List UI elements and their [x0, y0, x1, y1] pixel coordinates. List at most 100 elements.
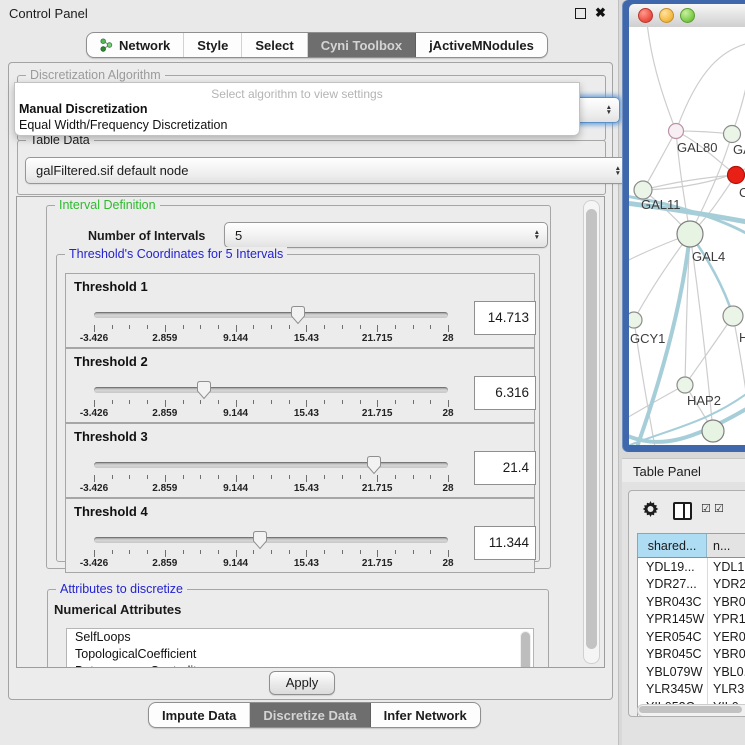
slider-track[interactable] — [94, 387, 448, 393]
attribute-list-item[interactable]: BetweennessCentrality — [67, 663, 533, 668]
table-cell[interactable]: YER0... — [708, 628, 745, 646]
close-traffic-icon[interactable] — [638, 8, 653, 23]
table-cell[interactable]: YLR345W — [638, 681, 708, 699]
num-intervals-combobox[interactable]: 5 ▲▼ — [224, 222, 548, 248]
table-row[interactable]: YDR27...YDR2... — [638, 576, 745, 594]
settings-panel-scrollbar[interactable] — [583, 200, 600, 664]
attributes-list-scrollbar[interactable] — [520, 631, 531, 668]
slider-thumb[interactable] — [252, 530, 268, 550]
dropdown-option-manual[interactable]: Manual Discretization — [19, 102, 148, 116]
threshold-value-field[interactable]: 21.4 — [474, 451, 536, 485]
table-cell[interactable]: YBR0... — [708, 646, 745, 664]
numerical-attributes-list[interactable]: SelfLoopsTopologicalCoefficientBetweenne… — [66, 628, 534, 668]
network-edge[interactable] — [690, 234, 733, 316]
close-icon[interactable]: ✖ — [595, 5, 606, 21]
checkbox-icon[interactable]: ☑ — [701, 504, 711, 515]
dropdown-option-equal-width[interactable]: Equal Width/Frequency Discretization — [19, 118, 227, 132]
columns-icon[interactable] — [673, 502, 692, 520]
tab-discretize-data[interactable]: Discretize Data — [250, 703, 370, 727]
table-row[interactable]: YBR045CYBR0... — [638, 646, 745, 664]
column-header-name[interactable]: n... — [707, 534, 745, 557]
tab-impute-data[interactable]: Impute Data — [149, 703, 250, 727]
network-edge[interactable] — [676, 43, 745, 131]
network-node[interactable] — [677, 221, 703, 247]
table-cell[interactable]: YDR27... — [638, 576, 708, 594]
slider-track[interactable] — [94, 462, 448, 468]
tick-mark — [200, 400, 201, 404]
network-node[interactable] — [669, 124, 684, 139]
checkbox-icon[interactable]: ☑ — [714, 504, 724, 515]
network-node[interactable] — [724, 126, 741, 143]
table-cell[interactable]: YER054C — [638, 628, 708, 646]
table-cell[interactable]: YBR043C — [638, 593, 708, 611]
network-edge[interactable] — [643, 131, 676, 190]
tab-style[interactable]: Style — [184, 33, 242, 57]
network-node[interactable] — [629, 312, 642, 328]
table-row[interactable]: YBR043CYBR0... — [638, 593, 745, 611]
minimize-traffic-icon[interactable] — [659, 8, 674, 23]
table-cell[interactable]: YDL19... — [638, 558, 708, 576]
tab-network[interactable]: Network — [87, 33, 184, 57]
network-edge[interactable] — [634, 234, 690, 320]
tick-label: 2.859 — [152, 558, 177, 569]
tab-infer-network[interactable]: Infer Network — [371, 703, 480, 727]
table-row[interactable]: YPR145WYPR1... — [638, 611, 745, 629]
table-row[interactable]: YDL19...YDL1... — [638, 558, 745, 576]
tick-mark — [360, 400, 361, 404]
tick-mark — [253, 550, 254, 554]
tick-label: 2.859 — [152, 333, 177, 344]
network-node[interactable] — [677, 377, 693, 393]
threshold-value-field[interactable]: 6.316 — [474, 376, 536, 410]
table-cell[interactable]: YBL079W — [638, 663, 708, 681]
network-edge[interactable] — [690, 234, 733, 316]
slider-thumb[interactable] — [196, 380, 212, 400]
apply-button[interactable]: Apply — [269, 671, 335, 695]
tab-jactivemnodules[interactable]: jActiveMNodules — [416, 33, 547, 57]
threshold-label: Threshold 3 — [74, 429, 148, 444]
tab-cyni-toolbox[interactable]: Cyni Toolbox — [308, 33, 416, 57]
network-edge[interactable] — [685, 316, 733, 385]
gear-icon[interactable] — [642, 501, 659, 523]
network-node[interactable] — [728, 167, 745, 184]
slider-thumb[interactable] — [290, 305, 306, 325]
network-node[interactable] — [702, 420, 724, 442]
tick-mark — [413, 400, 414, 404]
tab-select[interactable]: Select — [242, 33, 307, 57]
table-cell[interactable]: YBR0... — [708, 593, 745, 611]
tick-mark — [147, 325, 148, 329]
slider-track[interactable] — [94, 312, 448, 318]
scrollbar-thumb[interactable] — [639, 706, 742, 713]
table-row[interactable]: YLR345WYLR3... — [638, 681, 745, 699]
network-edge[interactable] — [647, 27, 676, 131]
table-row[interactable]: YBL079WYBL0... — [638, 663, 745, 681]
network-node-label: GAL11 — [641, 197, 681, 212]
table-row[interactable]: YER054CYER0... — [638, 628, 745, 646]
combo-value: galFiltered.sif default node — [36, 163, 188, 178]
slider-thumb[interactable] — [366, 455, 382, 475]
column-header-shared-name[interactable]: shared... — [638, 534, 707, 557]
threshold-value-field[interactable]: 11.344 — [474, 526, 536, 560]
table-cell[interactable]: YLR3... — [708, 681, 745, 699]
attribute-list-item[interactable]: SelfLoops — [67, 629, 533, 646]
threshold-value-field[interactable]: 14.713 — [474, 301, 536, 335]
tick-label: 21.715 — [362, 408, 393, 419]
network-node[interactable] — [723, 306, 743, 326]
network-canvas[interactable]: GAL80GACGAL11GAL4GCY1HHAP2 — [629, 27, 745, 445]
network-edge[interactable] — [733, 316, 745, 399]
attribute-list-item[interactable]: TopologicalCoefficient — [67, 646, 533, 663]
scrollbar-thumb[interactable] — [521, 632, 530, 668]
table-data-combobox[interactable]: galFiltered.sif default node ▲▼ — [25, 157, 629, 184]
table-cell[interactable]: YDL1... — [708, 558, 745, 576]
table-cell[interactable]: YDR2... — [708, 576, 745, 594]
tick-mark — [183, 475, 184, 479]
table-cell[interactable]: YBL0... — [708, 663, 745, 681]
network-window-titlebar — [629, 4, 745, 28]
table-horizontal-scrollbar[interactable] — [637, 704, 745, 717]
scrollbar-thumb[interactable] — [586, 209, 597, 649]
zoom-traffic-icon[interactable] — [680, 8, 695, 23]
table-cell[interactable]: YPR145W — [638, 611, 708, 629]
table-cell[interactable]: YPR1... — [708, 611, 745, 629]
table-cell[interactable]: YBR045C — [638, 646, 708, 664]
slider-track[interactable] — [94, 537, 448, 543]
float-window-icon[interactable] — [575, 8, 586, 19]
